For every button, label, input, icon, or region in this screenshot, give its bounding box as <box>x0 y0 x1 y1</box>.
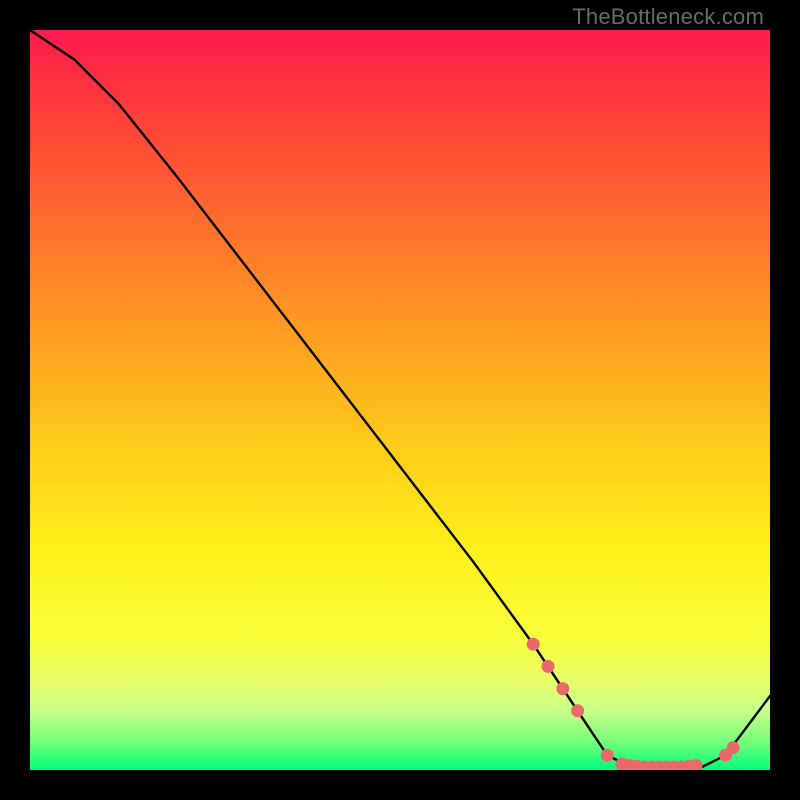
chart-svg <box>30 30 770 770</box>
outer-black-frame: TheBottleneck.com <box>0 0 800 800</box>
highlight-dot <box>571 704 584 717</box>
highlight-dots-layer <box>527 638 740 770</box>
highlight-dot <box>601 749 614 762</box>
bottleneck-curve-line <box>30 30 770 770</box>
highlight-dot <box>542 660 555 673</box>
highlight-dot <box>527 638 540 651</box>
highlight-dot <box>727 741 740 754</box>
curve-layer <box>30 30 770 770</box>
watermark-text: TheBottleneck.com <box>572 4 764 30</box>
highlight-dot <box>556 682 569 695</box>
plot-area <box>30 30 770 770</box>
